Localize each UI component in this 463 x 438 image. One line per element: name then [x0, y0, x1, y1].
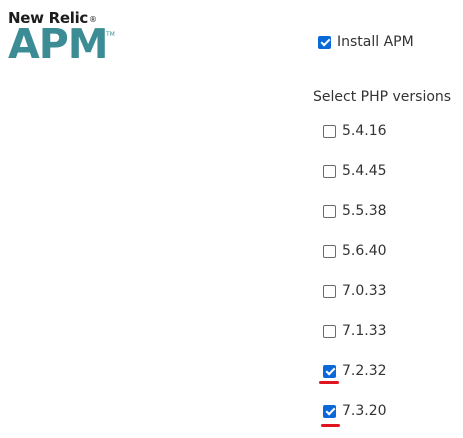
php-version-checkbox[interactable] [323, 164, 336, 178]
install-apm-checkbox-row[interactable]: Install APM [318, 33, 414, 51]
install-options-panel: New Relic® APM TM Install APM Select PHP… [0, 0, 463, 438]
php-version-label: 5.4.45 [342, 163, 387, 179]
new-relic-apm-logo: New Relic® APM TM [8, 9, 128, 69]
php-version-checkbox[interactable] [323, 324, 336, 338]
php-version-option[interactable]: 5.4.16 [323, 122, 387, 140]
install-apm-label: Install APM [337, 34, 414, 50]
php-version-checkbox[interactable] [323, 204, 336, 218]
php-version-label: 5.6.40 [342, 243, 387, 259]
php-version-label: 5.5.38 [342, 203, 387, 219]
php-version-option[interactable]: 5.5.38 [323, 202, 387, 220]
php-version-checkbox[interactable] [323, 404, 336, 418]
trademark-mark: TM [106, 31, 115, 38]
logo-product-text: APM [8, 20, 109, 68]
php-version-checkbox[interactable] [323, 284, 336, 298]
php-version-option[interactable]: 7.1.33 [323, 322, 387, 340]
php-version-option[interactable]: 5.6.40 [323, 242, 387, 260]
php-version-option[interactable]: 7.2.32 [323, 362, 387, 380]
php-version-label: 7.1.33 [342, 323, 387, 339]
php-version-option[interactable]: 7.0.33 [323, 282, 387, 300]
highlight-underline [321, 424, 340, 427]
php-version-option[interactable]: 5.4.45 [323, 162, 387, 180]
php-version-option[interactable]: 7.3.20 [323, 402, 387, 420]
highlight-underline [319, 381, 339, 384]
php-version-label: 7.2.32 [342, 363, 387, 379]
php-version-checkbox[interactable] [323, 364, 336, 378]
php-version-label: 5.4.16 [342, 123, 387, 139]
install-apm-checkbox[interactable] [318, 35, 331, 49]
php-version-label: 7.0.33 [342, 283, 387, 299]
php-version-checkbox[interactable] [323, 124, 336, 138]
php-versions-heading: Select PHP versions [313, 89, 452, 105]
php-version-label: 7.3.20 [342, 403, 387, 419]
php-version-checkbox[interactable] [323, 244, 336, 258]
